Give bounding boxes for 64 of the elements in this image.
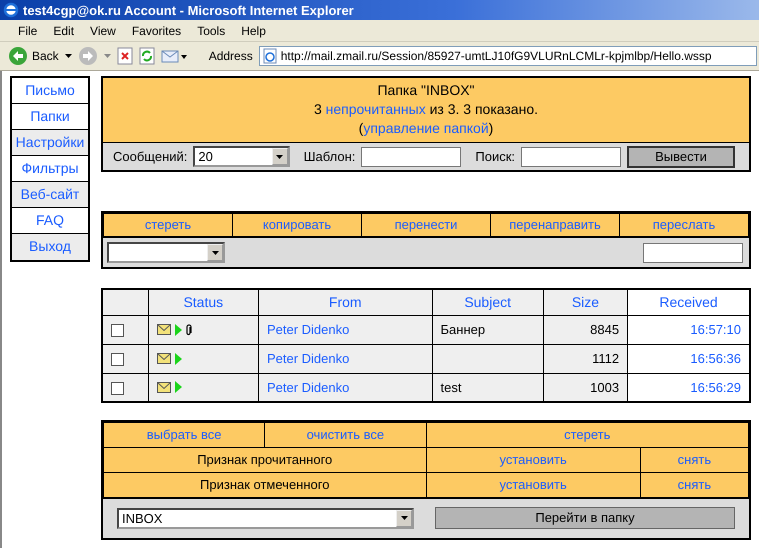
envelope-icon [156, 353, 171, 364]
messages-count-select[interactable]: 20 [193, 146, 290, 167]
dropdown-caret-icon [104, 54, 111, 58]
unset-flag-link[interactable]: снять [678, 452, 712, 468]
template-label: Шаблон: [304, 148, 356, 166]
unset-flag-link[interactable]: снять [678, 477, 712, 492]
back-button[interactable]: Back [8, 46, 59, 66]
search-label: Поиск: [475, 148, 516, 166]
set-flag-link[interactable]: установить [500, 452, 567, 468]
menu-item[interactable]: File [10, 22, 46, 40]
flag-label: Признак прочитанного [197, 452, 332, 468]
window-title: test4cgp@ok.ru Account - Microsoft Internet Explorer [23, 2, 354, 18]
go-to-folder-button[interactable]: Перейти в папку [435, 507, 735, 529]
menu-item[interactable]: Tools [189, 22, 234, 40]
dropdown-arrow-icon [212, 250, 218, 254]
checkbox[interactable] [111, 324, 124, 337]
folder-select[interactable] [107, 242, 225, 263]
column-header[interactable]: Size [543, 289, 628, 315]
subject-text: Баннер [440, 322, 486, 337]
address-label: Address [208, 48, 253, 65]
column-header[interactable]: Received [628, 289, 750, 315]
delete-link[interactable]: стереть [564, 427, 610, 442]
messages-label: Сообщений: [113, 148, 188, 166]
folder-summary: 3 непрочитанных из 3. 3 показано. [314, 101, 538, 117]
address-field[interactable]: http://mail.zmail.ru/Session/85927-umtLJ10fG9VLURnLCMLr-kpjmlbp/Hello.wssp [258, 46, 757, 66]
triangle-icon [174, 381, 182, 394]
triangle-icon [174, 324, 182, 336]
menu-item[interactable]: View [82, 22, 124, 40]
triangle-icon [174, 352, 182, 364]
menu-item[interactable]: Favorites [124, 22, 190, 40]
menu-item[interactable]: Edit [45, 22, 82, 40]
envelope-icon [156, 382, 171, 393]
subject-text: test [440, 380, 462, 394]
column-header[interactable]: Subject [432, 289, 544, 315]
checkbox[interactable] [111, 382, 124, 395]
mail-icon [160, 48, 187, 64]
folder-manage-text: (управление папкой) [358, 120, 494, 136]
menu-item[interactable]: Help [233, 22, 274, 40]
page-icon [262, 48, 278, 64]
target-folder-select[interactable]: INBOX [117, 508, 414, 528]
size-text: 1112 [592, 350, 620, 366]
dropdown-caret-icon [64, 54, 72, 58]
size-text: 8845 [590, 322, 620, 337]
flag-label: Признак отмеченного [200, 477, 330, 492]
dropdown-arrow-icon [400, 516, 408, 520]
size-text: 1003 [590, 380, 620, 394]
column-header[interactable]: Status [148, 289, 258, 315]
sidebar-link[interactable]: Выход [12, 234, 88, 260]
dropdown-arrow-icon [276, 154, 284, 158]
set-flag-link[interactable]: установить [500, 477, 567, 492]
checkbox[interactable] [111, 352, 124, 366]
folder-title: Папка "INBOX" [377, 82, 475, 98]
search-field[interactable] [521, 146, 622, 166]
stop-icon [116, 47, 133, 65]
manage-folder-link[interactable]: управление папкой [363, 120, 489, 136]
column-header[interactable]: From [258, 289, 432, 315]
unread-link[interactable]: непрочитанных [326, 101, 426, 117]
refresh-icon [138, 47, 155, 65]
envelope-icon [156, 324, 171, 335]
sidebar-link[interactable]: Веб-сайт [12, 182, 88, 208]
address-input[interactable] [643, 242, 743, 262]
show-button[interactable]: Вывести [627, 146, 735, 168]
sidebar-link[interactable]: Настройки [12, 130, 88, 156]
template-field[interactable] [361, 146, 462, 166]
